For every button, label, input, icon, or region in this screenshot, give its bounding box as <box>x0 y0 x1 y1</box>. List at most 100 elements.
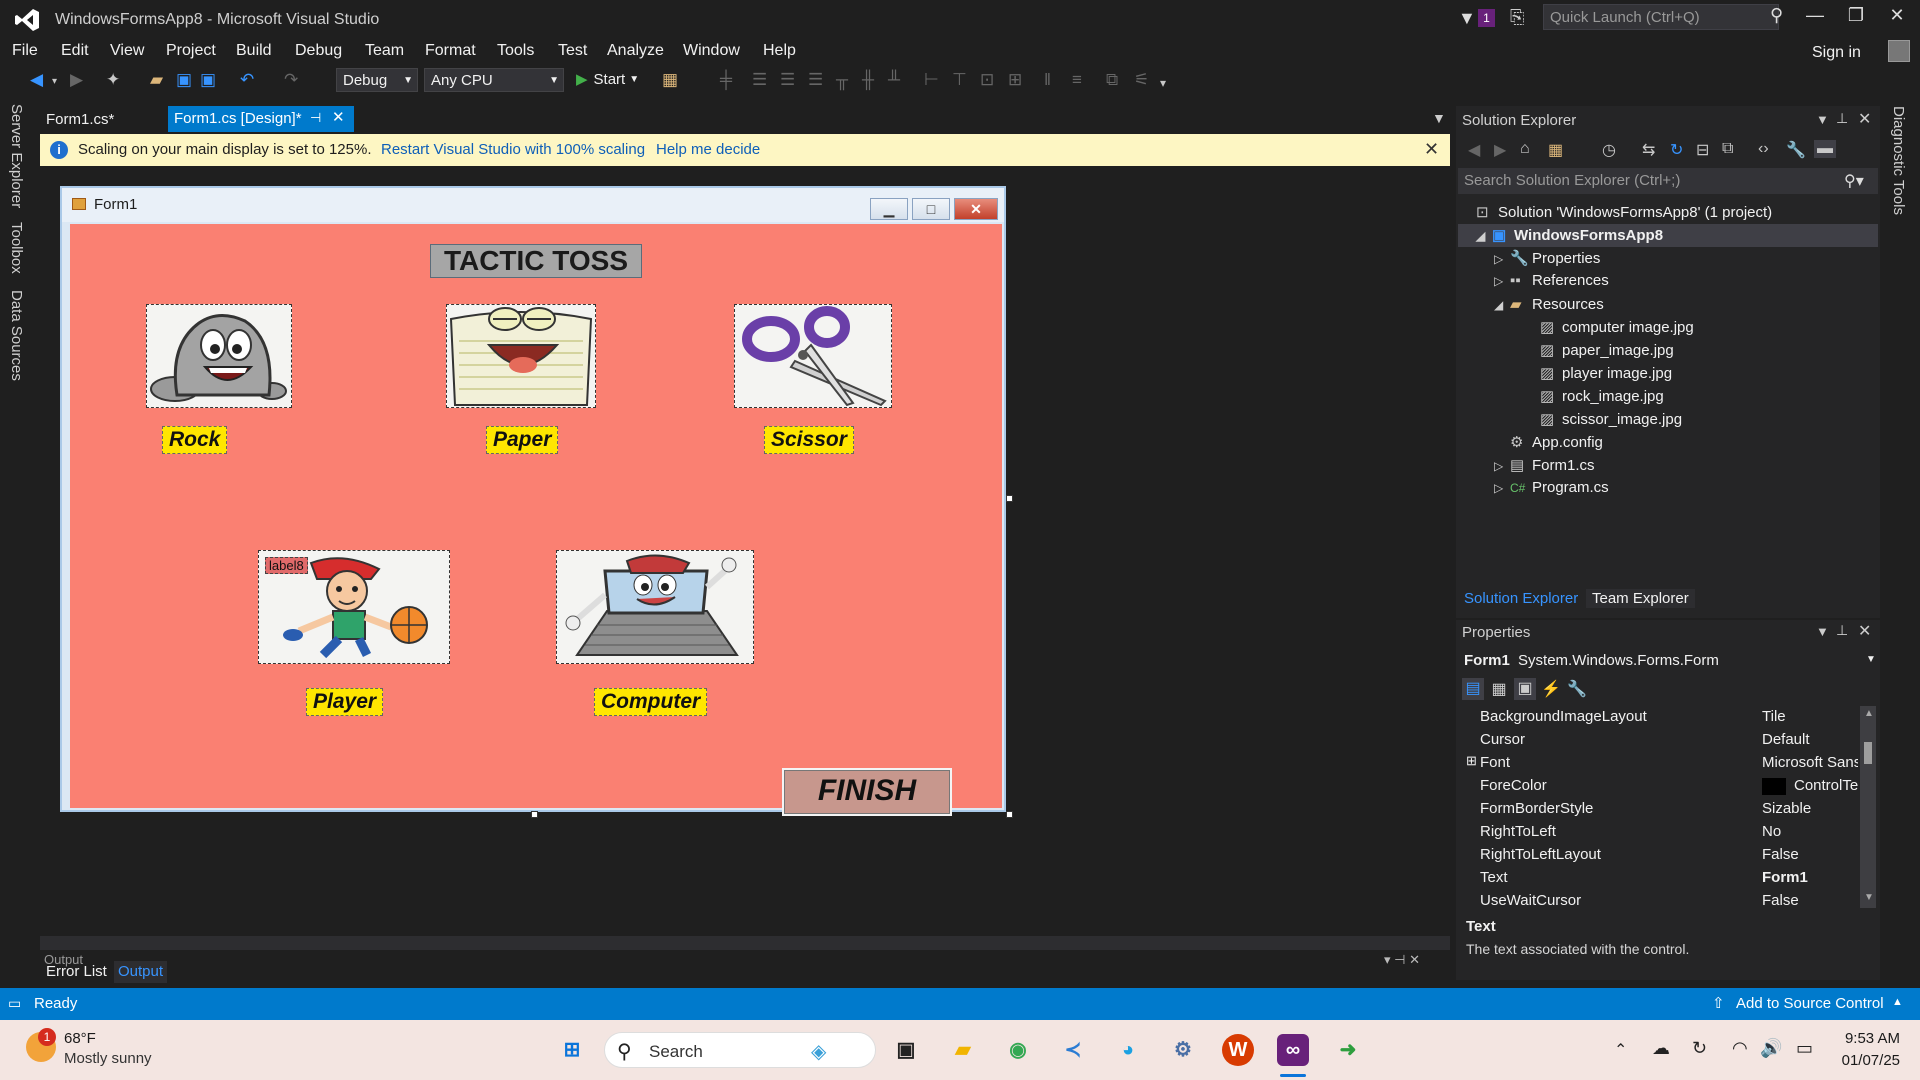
menu-build[interactable]: Build <box>236 42 272 60</box>
show-all-files-icon[interactable]: ⧉ <box>1722 140 1733 158</box>
server-explorer-tab[interactable]: Server Explorer <box>8 104 25 208</box>
resize-handle-corner[interactable] <box>1006 811 1013 818</box>
volume-icon[interactable]: 🔊 <box>1760 1038 1782 1059</box>
property-row[interactable]: ForeColor ControlTe <box>1466 775 1858 798</box>
restore-button[interactable]: ❐ <box>1841 5 1871 31</box>
bring-front-icon[interactable]: ⧉ <box>1106 70 1118 90</box>
back-icon[interactable]: ◀ <box>30 70 43 90</box>
tree-references[interactable]: ▷ ▪▪ References <box>1494 272 1609 289</box>
form-close-button[interactable]: ✕ <box>954 198 998 220</box>
filter-icon[interactable]: ▼ <box>1458 8 1476 29</box>
align-top-icon[interactable]: ╥ <box>836 70 848 90</box>
tab-form1-code[interactable]: Form1.cs* <box>40 108 165 132</box>
form1-window[interactable]: Form1 ▁ □ ✕ TACTIC TOSS Rock Paper Sciss… <box>60 186 1006 816</box>
add-to-source-control-button[interactable]: Add to Source Control <box>1736 995 1884 1012</box>
same-size-icon[interactable]: ⊡ <box>980 70 994 90</box>
align-right-icon[interactable]: ☰ <box>808 70 823 90</box>
tree-app-config[interactable]: ⚙ App.config <box>1510 433 1603 451</box>
switch-views-icon[interactable]: ▦ <box>1548 140 1563 160</box>
file-explorer-icon[interactable]: ▰ <box>947 1034 979 1066</box>
save-all-icon[interactable]: ▣ <box>200 70 216 90</box>
windows-start-icon[interactable]: ⊞ <box>556 1034 588 1066</box>
properties-scrollbar[interactable]: ▲ ▼ <box>1860 706 1876 908</box>
property-pages-icon[interactable]: 🔧 <box>1566 679 1588 699</box>
tree-resource-file[interactable]: ▨ paper_image.jpg <box>1540 341 1674 359</box>
visual-studio-taskbar-icon[interactable]: ∞ <box>1277 1034 1309 1066</box>
redo-icon[interactable]: ↷ <box>284 70 298 90</box>
pin-icon[interactable]: ⊥ <box>1836 110 1848 127</box>
finish-button[interactable]: FINISH <box>782 768 952 816</box>
solution-config-dropdown[interactable]: Debug ▼ <box>336 68 418 92</box>
form-client-area[interactable]: TACTIC TOSS Rock Paper Scissor label8 Pl… <box>70 224 1002 816</box>
pin-icon[interactable]: ⊥ <box>1836 622 1848 639</box>
alphabetical-icon[interactable]: ▦ <box>1488 679 1510 699</box>
close-icon[interactable]: ✕ <box>1858 621 1871 641</box>
undo-icon[interactable]: ↶ <box>240 70 254 90</box>
home-icon[interactable]: ⌂ <box>1520 140 1530 158</box>
tree-form1[interactable]: ▷ ▤ Form1.cs <box>1494 456 1595 474</box>
rock-picturebox[interactable] <box>146 304 292 408</box>
align-middle-icon[interactable]: ╫ <box>862 70 874 90</box>
tree-solution[interactable]: ⊡ Solution 'WindowsFormsApp8' (1 project) <box>1476 203 1772 221</box>
tab-solution-explorer[interactable]: Solution Explorer <box>1464 590 1578 607</box>
pending-changes-icon[interactable]: ◷ <box>1602 140 1616 160</box>
save-icon[interactable]: ▣ <box>176 70 192 90</box>
property-row[interactable]: RightToLeftLayout False <box>1466 844 1858 867</box>
paper-label[interactable]: Paper <box>486 426 559 454</box>
menu-tools[interactable]: Tools <box>497 42 534 60</box>
chevron-down-icon[interactable]: ▾ <box>52 76 57 87</box>
chevron-up-icon[interactable]: ▲ <box>1892 996 1903 1008</box>
property-row[interactable]: Cursor Default <box>1466 729 1858 752</box>
running-app-icon[interactable]: ➜ <box>1332 1034 1364 1066</box>
same-width-icon[interactable]: ⊢ <box>924 70 939 90</box>
tree-resource-file[interactable]: ▨ rock_image.jpg <box>1540 387 1664 405</box>
player-picturebox[interactable]: label8 <box>258 550 450 664</box>
pin-icon[interactable]: ⊣ <box>310 110 321 126</box>
computer-picturebox[interactable] <box>556 550 754 664</box>
output-tab[interactable]: Output <box>114 961 168 983</box>
close-tab-icon[interactable]: ✕ <box>332 108 345 126</box>
tree-resource-file[interactable]: ▨ scissor_image.jpg <box>1540 410 1682 428</box>
update-icon[interactable]: ↻ <box>1692 1038 1707 1059</box>
panel-options-icon[interactable]: ▼ <box>1816 624 1829 639</box>
computer-label[interactable]: Computer <box>594 688 708 716</box>
menu-file[interactable]: File <box>12 42 38 60</box>
menu-team[interactable]: Team <box>365 42 404 60</box>
properties-view-icon[interactable]: ▣ <box>1514 678 1536 700</box>
menu-window[interactable]: Window <box>683 42 740 60</box>
diagnostic-tools-tab[interactable]: Diagnostic Tools <box>1890 106 1907 215</box>
minimize-button[interactable]: — <box>1800 5 1830 31</box>
error-list-tab[interactable]: Error List <box>46 963 107 980</box>
data-sources-tab[interactable]: Data Sources <box>8 290 25 381</box>
tab-order-icon[interactable]: ⚟ <box>1134 70 1149 90</box>
categorized-icon[interactable]: ▤ <box>1462 678 1484 700</box>
help-me-decide-link[interactable]: Help me decide <box>656 141 760 158</box>
refresh-icon[interactable]: ↻ <box>1670 140 1683 160</box>
feedback-icon[interactable]: ⎘ <box>1510 7 1524 28</box>
spacing-vertical-icon[interactable]: ≡ <box>1072 70 1082 90</box>
label8[interactable]: label8 <box>265 557 308 574</box>
properties-object-selector[interactable]: Form1 System.Windows.Forms.Form ▼ <box>1464 652 1876 669</box>
rock-label[interactable]: Rock <box>162 426 228 454</box>
spacing-icon[interactable]: ‖ <box>1044 70 1051 90</box>
tree-resources[interactable]: ◢ ▰ Resources <box>1494 295 1604 313</box>
property-row[interactable]: FormBorderStyle Sizable <box>1466 798 1858 821</box>
settings-icon[interactable]: ⚙ <box>1167 1034 1199 1066</box>
paper-picturebox[interactable] <box>446 304 596 408</box>
menu-test[interactable]: Test <box>558 42 587 60</box>
clock-time[interactable]: 9:53 AM <box>1840 1030 1900 1047</box>
tab-list-dropdown-icon[interactable]: ▼ <box>1432 110 1446 126</box>
property-row[interactable]: Text Form1 <box>1466 867 1858 890</box>
account-avatar[interactable] <box>1888 40 1910 62</box>
output-panel-controls[interactable]: ▾ ⊣ ✕ <box>1384 952 1420 968</box>
panel-options-icon[interactable]: ▼ <box>1816 112 1829 127</box>
align-left-icon[interactable]: ☰ <box>752 70 767 90</box>
menu-analyze[interactable]: Analyze <box>607 42 664 60</box>
sync-icon[interactable]: ⇆ <box>1642 140 1655 160</box>
align-icon[interactable]: ╪ <box>720 70 732 90</box>
property-row[interactable]: RightToLeft No <box>1466 821 1858 844</box>
task-view-icon[interactable]: ▣ <box>890 1034 922 1066</box>
toolbox-tab[interactable]: Toolbox <box>8 222 25 274</box>
search-icon[interactable]: ⚲▾ <box>1844 171 1864 191</box>
player-label[interactable]: Player <box>306 688 384 716</box>
